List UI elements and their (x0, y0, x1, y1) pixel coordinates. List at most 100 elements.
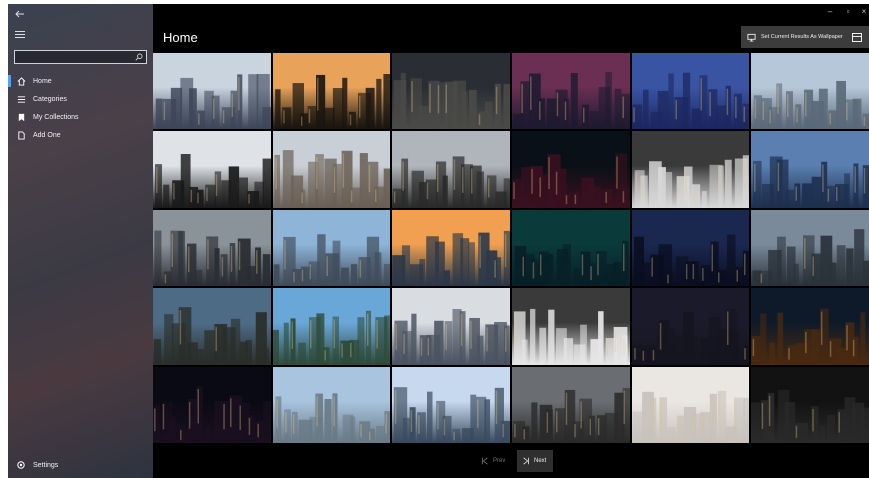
wallpaper-thumbnail[interactable] (153, 53, 271, 130)
wallpaper-thumbnail[interactable] (153, 131, 271, 208)
list-icon (16, 94, 26, 104)
wallpaper-thumbnail[interactable] (272, 131, 391, 208)
city-dusk-image (512, 72, 630, 130)
wallpaper-thumbnail[interactable] (392, 366, 510, 443)
wallpaper-thumbnail[interactable] (751, 366, 869, 443)
aerial-intersection-image (393, 72, 510, 130)
aerial-city-image (153, 307, 270, 365)
next-button[interactable]: Next (517, 450, 553, 472)
city-skyline-image (273, 234, 391, 287)
sidebar-item-label: Home (33, 77, 52, 85)
document-icon (16, 130, 26, 140)
wallpaper-thumbnail[interactable] (631, 209, 750, 287)
wallpaper-thumbnail[interactable] (392, 131, 510, 208)
wallpaper-thumbnail[interactable] (631, 366, 750, 443)
minimize-icon[interactable]: – (823, 6, 837, 18)
city-skyline-image (274, 150, 391, 208)
wallpaper-thumbnail[interactable] (511, 288, 630, 365)
next-icon (523, 457, 529, 465)
wallpaper-thumbnail[interactable] (511, 53, 630, 130)
sidebar-item-categories[interactable]: Categories (8, 90, 153, 108)
street-canyon-image (513, 387, 630, 443)
sidebar-nav: Home Categories My Collections Add One (8, 72, 153, 144)
set-wallpaper-button[interactable]: Set Current Results As Wallpaper (741, 26, 851, 48)
sidebar-item-label: My Collections (33, 113, 79, 121)
wallpaper-thumbnail[interactable] (272, 209, 391, 287)
pager: Prev Next (153, 448, 869, 472)
wallpaper-icon (747, 33, 756, 42)
settings-button[interactable]: Settings (16, 460, 58, 470)
back-arrow-icon[interactable] (14, 8, 28, 22)
wallpaper-thumbnail[interactable] (392, 53, 510, 130)
wallpaper-thumbnail[interactable] (511, 209, 630, 287)
wallpaper-thumbnail[interactable] (272, 53, 391, 130)
wallpaper-grid (153, 53, 869, 443)
sidebar-item-my-collections[interactable]: My Collections (8, 108, 153, 126)
skyscrapers-looking-up-image (155, 154, 271, 208)
bokeh-lights-image (512, 153, 630, 208)
wallpaper-thumbnail[interactable] (751, 288, 869, 365)
restore-icon[interactable]: ▫ (841, 6, 855, 18)
grid-view-icon (851, 32, 862, 42)
wallpaper-thumbnail[interactable] (751, 131, 869, 208)
skyline-sunset-image (274, 74, 391, 130)
bookmark-icon (16, 112, 26, 122)
sidebar-item-home[interactable]: Home (8, 72, 153, 90)
city-clouds-image (272, 310, 390, 365)
main-content: – ▫ × Home Set Current Results As Wallpa… (153, 4, 869, 478)
wallpaper-thumbnail[interactable] (392, 209, 510, 287)
wallpaper-thumbnail[interactable] (153, 209, 271, 287)
hazy-city-image (275, 392, 391, 443)
prev-button[interactable]: Prev (481, 452, 513, 470)
wallpaper-thumbnail[interactable] (631, 288, 750, 365)
bridge-night-image (752, 308, 866, 365)
waterfront-skyline-image (753, 156, 869, 208)
crosswalk-image (513, 309, 628, 365)
wallpaper-thumbnail[interactable] (272, 366, 391, 443)
aerial-city-image (154, 230, 271, 287)
night-traffic-image (632, 308, 749, 365)
prev-label: Prev (493, 458, 506, 464)
hamburger-menu-icon[interactable] (15, 31, 25, 39)
wallpaper-thumbnail[interactable] (631, 131, 750, 208)
street-canyon-image (393, 156, 510, 208)
wallpaper-thumbnail[interactable] (392, 288, 510, 365)
view-toggle-button[interactable] (844, 26, 869, 48)
previous-icon (482, 457, 488, 465)
city-skyline-image (155, 74, 271, 130)
gear-icon (17, 461, 25, 469)
home-icon (16, 76, 26, 86)
sidebar: Home Categories My Collections Add One S… (8, 4, 153, 478)
wallpaper-thumbnail[interactable] (511, 366, 630, 443)
search-input[interactable] (15, 55, 125, 68)
sidebar-item-label: Categories (33, 95, 67, 103)
set-wallpaper-label: Set Current Results As Wallpaper (761, 34, 843, 40)
tower-skyline-image (752, 228, 869, 287)
sidebar-item-add-one[interactable]: Add One (8, 126, 153, 144)
wallpaper-thumbnail[interactable] (272, 288, 391, 365)
city-skyline-image (394, 386, 510, 443)
wallpaper-thumbnail[interactable] (153, 288, 271, 365)
close-icon[interactable]: × (857, 6, 869, 18)
wallpaper-thumbnail[interactable] (751, 209, 869, 287)
night-towers-image (153, 385, 271, 443)
building-facade-image (634, 155, 750, 208)
night-skyline-image (633, 234, 750, 287)
wallpaper-thumbnail[interactable] (631, 53, 750, 130)
search-icon[interactable] (135, 53, 143, 61)
aerial-night-image (631, 72, 750, 130)
sidebar-item-label: Add One (33, 131, 61, 139)
app-window: Home Categories My Collections Add One S… (0, 0, 869, 478)
night-harbour-image (514, 240, 629, 287)
next-label: Next (534, 458, 547, 464)
waterfront-image (394, 309, 510, 365)
search-box (14, 50, 147, 68)
settings-label: Settings (33, 461, 59, 469)
page-title: Home (163, 30, 198, 45)
wallpaper-thumbnail[interactable] (153, 366, 271, 443)
city-skyline-image (753, 80, 869, 130)
wallpaper-thumbnail[interactable] (751, 53, 869, 130)
bw-skyline-image (751, 389, 869, 443)
wallpaper-thumbnail[interactable] (511, 131, 630, 208)
title-bar: – ▫ × (153, 4, 869, 24)
